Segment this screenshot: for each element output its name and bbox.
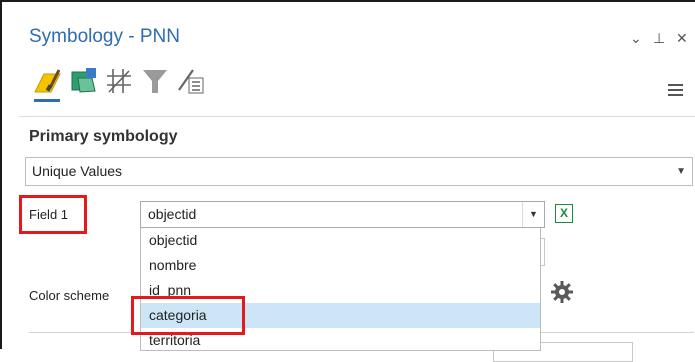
- dropdown-option[interactable]: objectid: [141, 228, 540, 253]
- symbology-pane: Symbology - PNN ⌄ ⊥ ✕ Primary symbology …: [0, 0, 695, 362]
- highlight-box-categoria: [131, 296, 245, 335]
- chevron-down-icon[interactable]: ▼: [522, 202, 544, 227]
- chevron-down-icon: ▼: [676, 166, 686, 177]
- close-icon[interactable]: ✕: [676, 30, 688, 47]
- funnel-icon[interactable]: [140, 66, 170, 96]
- color-scheme-label: Color scheme: [29, 288, 110, 303]
- collapse-icon[interactable]: ⌄: [630, 30, 642, 47]
- pane-title: Symbology - PNN: [29, 26, 180, 47]
- pen-list-icon[interactable]: [176, 66, 206, 96]
- dropdown-option[interactable]: nombre: [141, 253, 540, 278]
- renderer-value: Unique Values: [32, 163, 123, 179]
- toolbar-divider: [19, 116, 695, 117]
- pin-icon[interactable]: ⊥: [653, 30, 665, 47]
- paintbrush-icon[interactable]: [32, 66, 62, 96]
- highlight-box-field-label: [19, 195, 87, 234]
- hamburger-icon[interactable]: [668, 84, 683, 98]
- renderer-select[interactable]: Unique Values ▼: [25, 157, 693, 186]
- active-tool-indicator: [34, 99, 60, 102]
- field-value: objectid: [148, 206, 197, 222]
- field-select[interactable]: objectid: [140, 201, 545, 228]
- polygon-layers-icon[interactable]: [68, 66, 98, 96]
- expression-icon[interactable]: X: [555, 204, 573, 223]
- section-heading: Primary symbology: [29, 128, 178, 145]
- gear-icon[interactable]: [550, 280, 574, 304]
- grid-order-icon[interactable]: [104, 66, 134, 96]
